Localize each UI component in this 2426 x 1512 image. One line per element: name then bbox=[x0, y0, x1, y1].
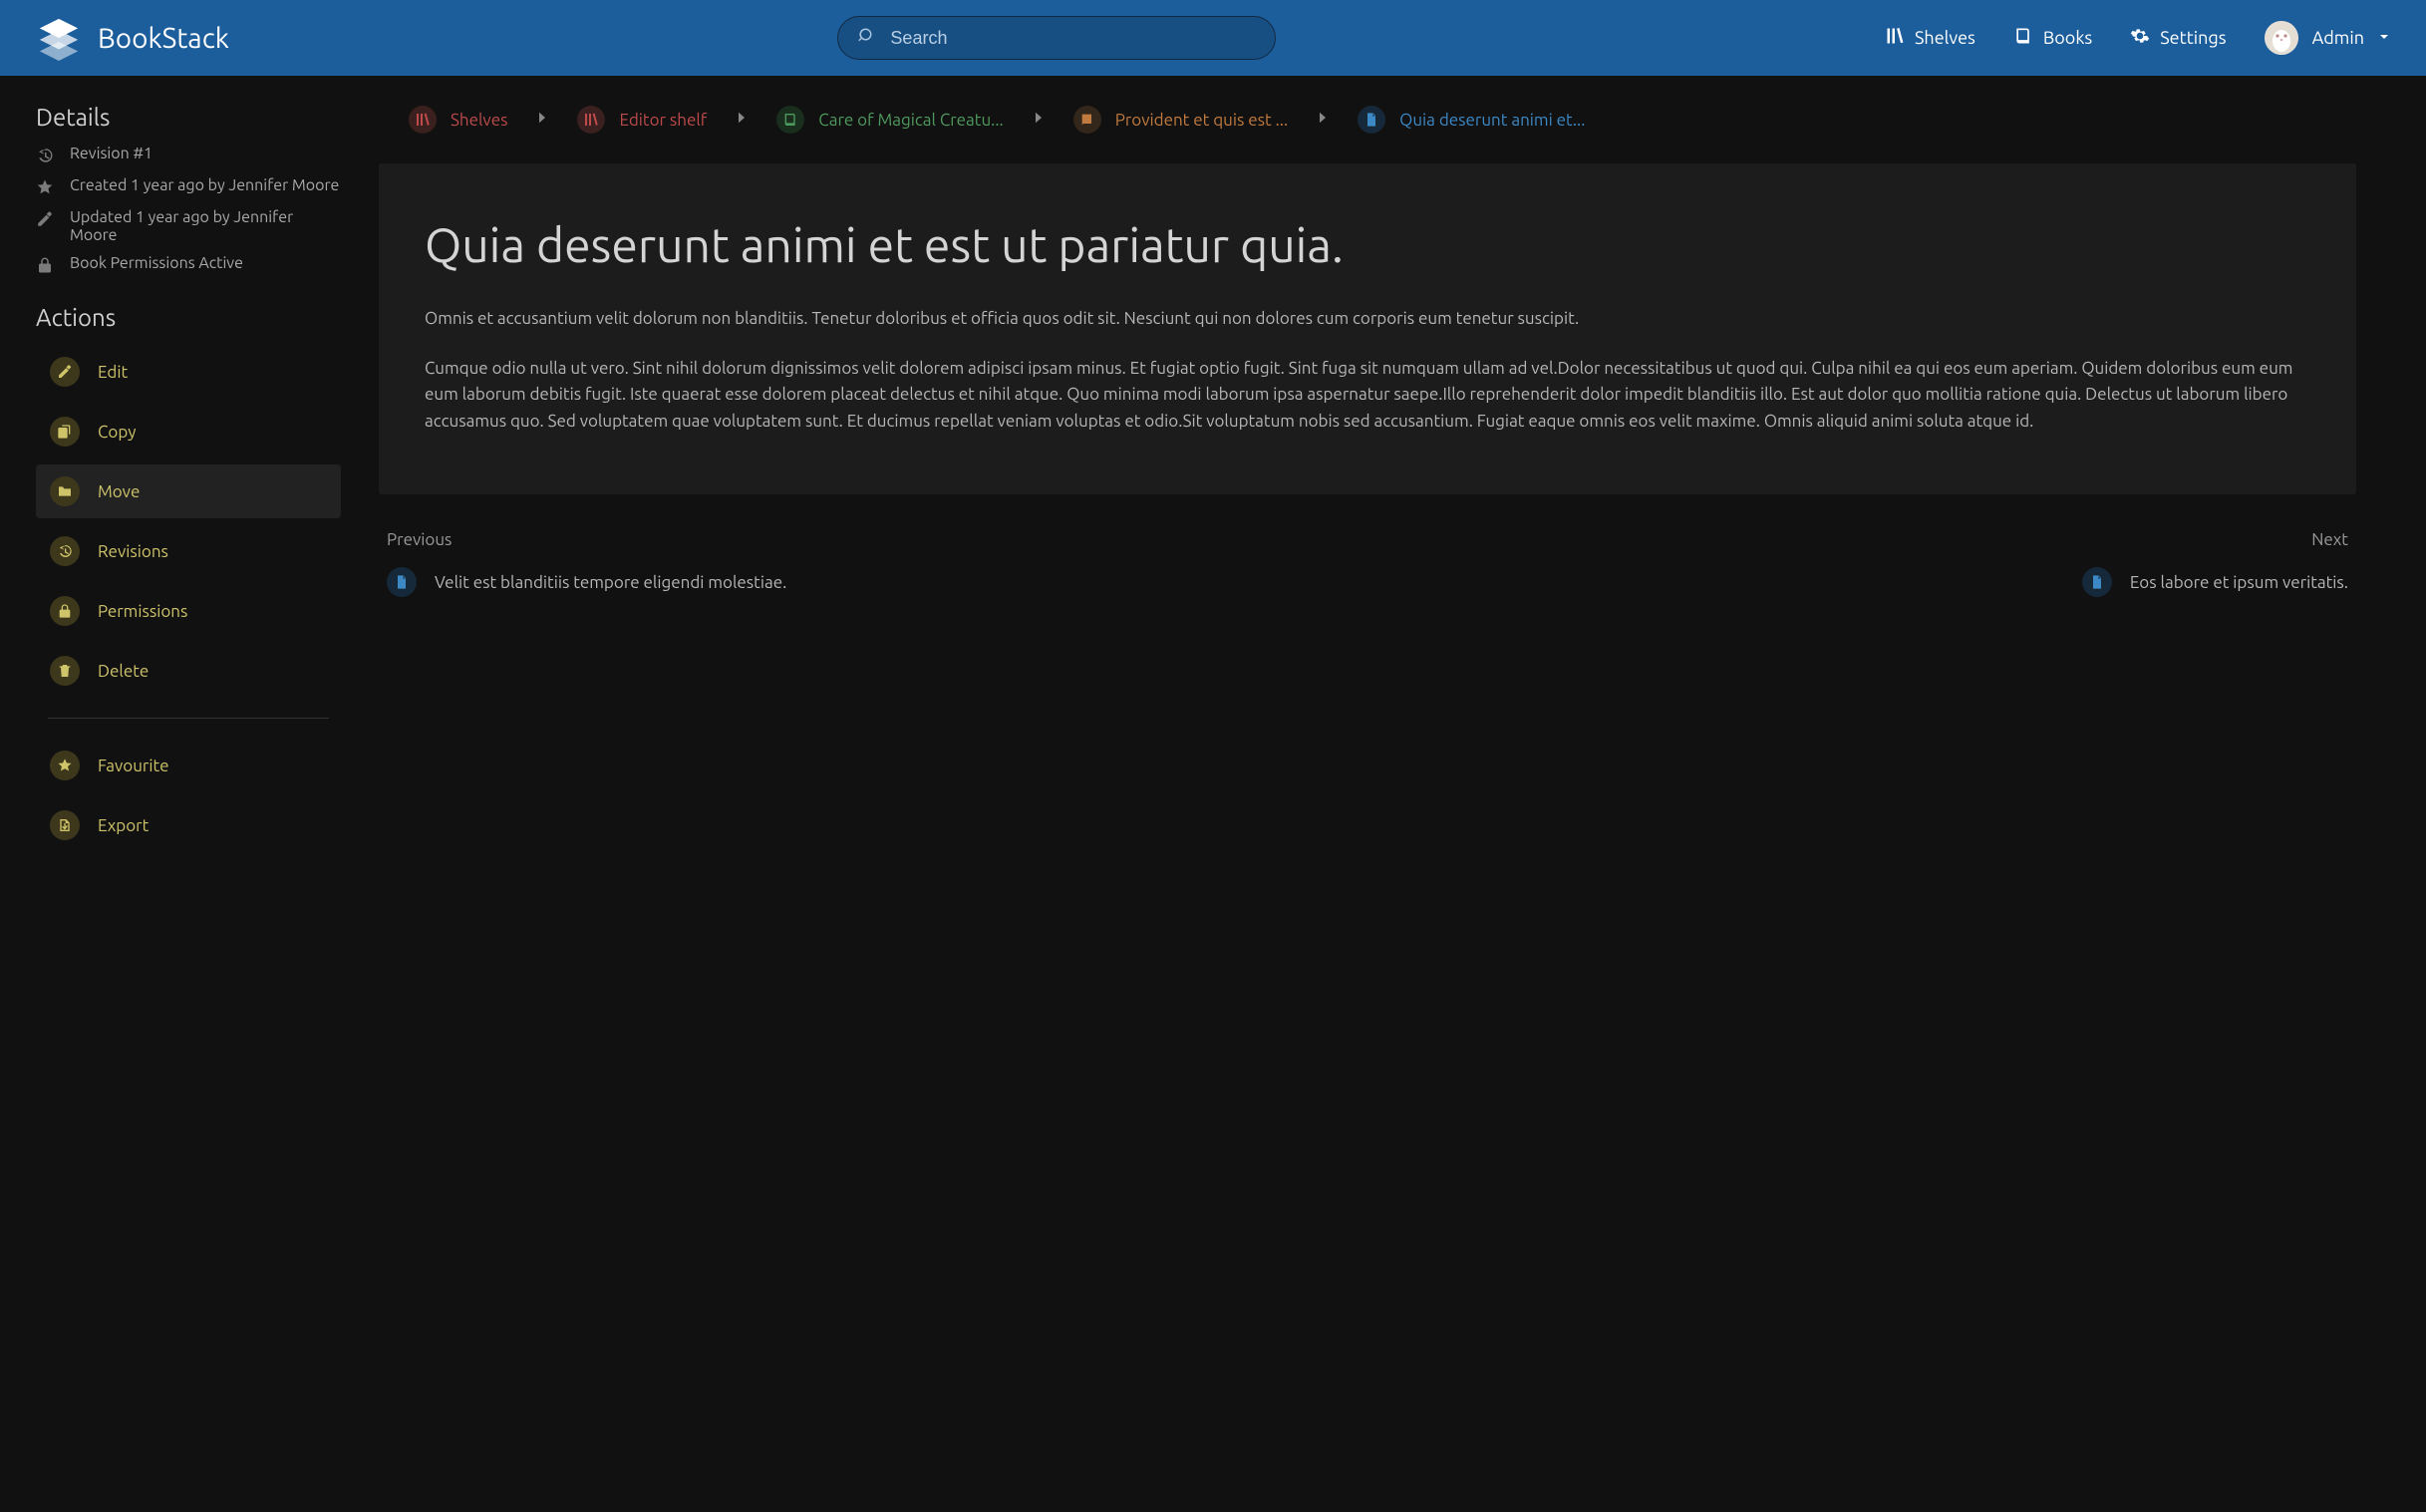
chapter-icon bbox=[1073, 106, 1101, 134]
detail-permissions-text: Book Permissions Active bbox=[70, 254, 243, 272]
crumb-shelves-label: Shelves bbox=[451, 111, 507, 130]
main: Shelves Editor shelf Care of Magical Cre… bbox=[359, 96, 2426, 852]
brand[interactable]: BookStack bbox=[36, 15, 229, 61]
details-heading: Details bbox=[36, 104, 341, 131]
action-copy-label: Copy bbox=[98, 423, 136, 442]
lock-icon bbox=[50, 596, 80, 626]
user-menu[interactable]: Admin bbox=[2265, 21, 2390, 55]
history-icon bbox=[36, 147, 56, 166]
app-header: BookStack Shelves Books Settings Admin bbox=[0, 0, 2426, 76]
history-icon bbox=[50, 536, 80, 566]
shelves-icon bbox=[409, 106, 437, 134]
trash-icon bbox=[50, 656, 80, 686]
page-paragraph: Cumque odio nulla ut vero. Sint nihil do… bbox=[425, 356, 2310, 435]
action-favourite[interactable]: Favourite bbox=[36, 739, 341, 792]
search-icon bbox=[858, 27, 890, 49]
brand-logo-icon bbox=[36, 15, 82, 61]
crumb-shelves[interactable]: Shelves bbox=[399, 100, 517, 140]
detail-updated: Updated 1 year ago by Jennifer Moore bbox=[36, 208, 341, 244]
action-edit-label: Edit bbox=[98, 363, 128, 382]
crumb-chapter[interactable]: Provident et quis est ... bbox=[1063, 100, 1298, 140]
action-list: Edit Copy Move Revisions Permissions Del… bbox=[36, 345, 341, 852]
nav-books-label: Books bbox=[2043, 28, 2092, 48]
detail-revision[interactable]: Revision #1 bbox=[36, 145, 341, 166]
action-divider bbox=[48, 718, 329, 719]
shelves-icon bbox=[577, 106, 605, 134]
folder-icon bbox=[50, 476, 80, 506]
book-icon bbox=[776, 106, 804, 134]
action-move[interactable]: Move bbox=[36, 464, 341, 518]
header-nav: Shelves Books Settings Admin bbox=[1885, 21, 2390, 55]
action-revisions[interactable]: Revisions bbox=[36, 524, 341, 578]
action-permissions-label: Permissions bbox=[98, 602, 187, 621]
action-export[interactable]: Export bbox=[36, 798, 341, 852]
chevron-right-icon[interactable] bbox=[717, 109, 766, 131]
crumb-page-label: Quia deserunt animi et... bbox=[1399, 111, 1585, 130]
nav-settings-label: Settings bbox=[2160, 28, 2226, 48]
detail-permissions[interactable]: Book Permissions Active bbox=[36, 254, 341, 276]
action-move-label: Move bbox=[98, 482, 140, 501]
pager: Previous Velit est blanditiis tempore el… bbox=[379, 530, 2356, 597]
action-permissions[interactable]: Permissions bbox=[36, 584, 341, 638]
sidebar: Details Revision #1 Created 1 year ago b… bbox=[0, 96, 359, 852]
copy-icon bbox=[50, 417, 80, 447]
actions-heading: Actions bbox=[36, 304, 341, 331]
action-favourite-label: Favourite bbox=[98, 756, 169, 775]
book-icon bbox=[2013, 26, 2033, 50]
detail-updated-text: Updated 1 year ago by Jennifer Moore bbox=[70, 208, 341, 244]
pencil-icon bbox=[36, 210, 56, 230]
chevron-right-icon[interactable] bbox=[1014, 109, 1063, 131]
chevron-right-icon[interactable] bbox=[1298, 109, 1348, 131]
crumb-book[interactable]: Care of Magical Creatu... bbox=[766, 100, 1013, 140]
nav-settings[interactable]: Settings bbox=[2130, 26, 2226, 50]
action-revisions-label: Revisions bbox=[98, 542, 168, 561]
page-title: Quia deserunt animi et est ut pariatur q… bbox=[425, 213, 2310, 278]
search-box[interactable] bbox=[837, 16, 1276, 60]
brand-name: BookStack bbox=[98, 23, 229, 54]
export-icon bbox=[50, 810, 80, 840]
crumb-shelf-label: Editor shelf bbox=[619, 111, 707, 130]
lock-icon bbox=[36, 256, 56, 276]
pencil-icon bbox=[50, 357, 80, 387]
user-name: Admin bbox=[2312, 28, 2364, 48]
avatar bbox=[2265, 21, 2298, 55]
nav-books[interactable]: Books bbox=[2013, 26, 2092, 50]
page-icon bbox=[1358, 106, 1385, 134]
page-icon bbox=[387, 567, 417, 597]
detail-created-text: Created 1 year ago by Jennifer Moore bbox=[70, 176, 339, 194]
pager-prev-label: Previous bbox=[387, 530, 1348, 549]
nav-shelves[interactable]: Shelves bbox=[1885, 26, 1975, 50]
pager-previous[interactable]: Previous Velit est blanditiis tempore el… bbox=[387, 530, 1348, 597]
action-export-label: Export bbox=[98, 816, 149, 835]
page-icon bbox=[2082, 567, 2112, 597]
content-card: Quia deserunt animi et est ut pariatur q… bbox=[379, 163, 2356, 494]
action-copy[interactable]: Copy bbox=[36, 405, 341, 458]
pager-next[interactable]: Next Eos labore et ipsum veritatis. bbox=[1387, 530, 2348, 597]
action-edit[interactable]: Edit bbox=[36, 345, 341, 399]
star-icon bbox=[36, 178, 56, 198]
action-delete[interactable]: Delete bbox=[36, 644, 341, 698]
nav-shelves-label: Shelves bbox=[1915, 28, 1975, 48]
caret-down-icon bbox=[2378, 29, 2390, 47]
crumb-chapter-label: Provident et quis est ... bbox=[1115, 111, 1288, 130]
breadcrumb: Shelves Editor shelf Care of Magical Cre… bbox=[379, 96, 2356, 163]
pager-next-label: Next bbox=[1387, 530, 2348, 549]
page-paragraph: Omnis et accusantium velit dolorum non b… bbox=[425, 306, 2310, 332]
pager-prev-title: Velit est blanditiis tempore eligendi mo… bbox=[435, 573, 786, 592]
pager-next-title: Eos labore et ipsum veritatis. bbox=[2130, 573, 2348, 592]
shelves-icon bbox=[1885, 26, 1905, 50]
detail-revision-text: Revision #1 bbox=[70, 145, 152, 162]
page-body: Omnis et accusantium velit dolorum non b… bbox=[425, 306, 2310, 435]
detail-created: Created 1 year ago by Jennifer Moore bbox=[36, 176, 341, 198]
crumb-shelf[interactable]: Editor shelf bbox=[567, 100, 717, 140]
search-input[interactable] bbox=[890, 28, 1255, 49]
chevron-right-icon[interactable] bbox=[517, 109, 567, 131]
crumb-book-label: Care of Magical Creatu... bbox=[818, 111, 1003, 130]
crumb-page[interactable]: Quia deserunt animi et... bbox=[1348, 100, 1595, 140]
star-icon bbox=[50, 751, 80, 780]
gear-icon bbox=[2130, 26, 2150, 50]
action-delete-label: Delete bbox=[98, 662, 149, 681]
